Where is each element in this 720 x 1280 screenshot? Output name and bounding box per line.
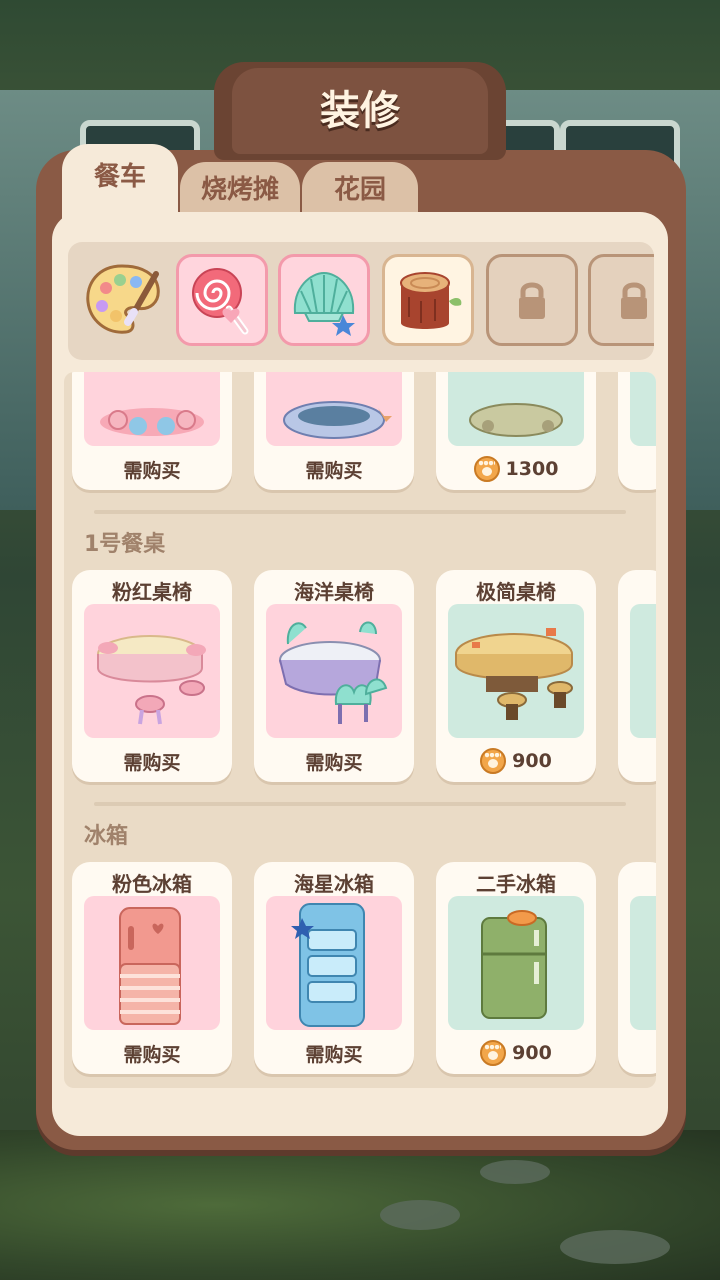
- page-title: 装修: [320, 88, 400, 134]
- item-card[interactable]: 1300: [436, 372, 596, 490]
- item-card[interactable]: 海洋桌椅 需购买: [254, 570, 414, 782]
- item-image: [448, 896, 584, 1030]
- item-card[interactable]: 二手冰箱 900: [436, 862, 596, 1074]
- item-image: [84, 604, 220, 738]
- shell-theme-button[interactable]: [278, 254, 370, 346]
- item-name: 海星冰箱: [294, 872, 374, 896]
- section-title: 1号餐桌: [84, 532, 166, 557]
- item-card[interactable]: 需购买: [254, 372, 414, 490]
- item-card[interactable]: 极简桌椅 900: [436, 570, 596, 782]
- section-title: 冰箱: [84, 824, 129, 849]
- item-name: 粉红桌椅: [112, 580, 192, 604]
- item-status: 需购买: [123, 460, 181, 482]
- item-name: 极简桌椅: [476, 580, 556, 604]
- section-divider: [94, 510, 626, 514]
- item-image: [266, 372, 402, 446]
- lock-icon: [519, 282, 545, 319]
- item-image: [448, 604, 584, 738]
- locked-theme-slot[interactable]: [588, 254, 654, 346]
- item-image: [84, 372, 220, 446]
- item-image: [266, 604, 402, 738]
- item-image: [266, 896, 402, 1030]
- item-list[interactable]: 需购买 需购买 1300 1号餐桌 粉红桌椅 需购买 海洋桌椅 需购买 极简桌椅…: [64, 372, 656, 1088]
- tab-food-truck[interactable]: 餐车: [62, 144, 178, 224]
- palette-icon[interactable]: [76, 254, 168, 346]
- item-name: 二手冰箱: [476, 872, 556, 896]
- section-divider: [94, 802, 626, 806]
- item-price: 900: [436, 1040, 596, 1066]
- candy-theme-button[interactable]: [176, 254, 268, 346]
- wood-theme-button[interactable]: [382, 254, 474, 346]
- item-card[interactable]: [618, 862, 656, 1074]
- item-card[interactable]: [618, 570, 656, 782]
- paw-coin-icon: [473, 456, 500, 482]
- item-name: 粉色冰箱: [112, 872, 192, 896]
- item-card[interactable]: 海星冰箱 需购买: [254, 862, 414, 1074]
- item-status: 需购买: [123, 752, 181, 774]
- item-price: 900: [436, 748, 596, 774]
- item-status: 需购买: [305, 1044, 363, 1066]
- item-card[interactable]: 粉色冰箱 需购买: [72, 862, 232, 1074]
- item-price: 1300: [436, 456, 596, 482]
- item-status: 需购买: [305, 752, 363, 774]
- lock-icon: [621, 282, 647, 319]
- locked-theme-slot[interactable]: [486, 254, 578, 346]
- item-card[interactable]: [618, 372, 656, 490]
- item-image: [448, 372, 584, 446]
- paw-coin-icon: [480, 1040, 507, 1066]
- item-card[interactable]: 粉红桌椅 需购买: [72, 570, 232, 782]
- item-status: 需购买: [305, 460, 363, 482]
- paw-coin-icon: [480, 748, 507, 774]
- theme-selector: [68, 242, 654, 360]
- item-name: 海洋桌椅: [294, 580, 374, 604]
- item-image: [84, 896, 220, 1030]
- item-card[interactable]: 需购买: [72, 372, 232, 490]
- item-status: 需购买: [123, 1044, 181, 1066]
